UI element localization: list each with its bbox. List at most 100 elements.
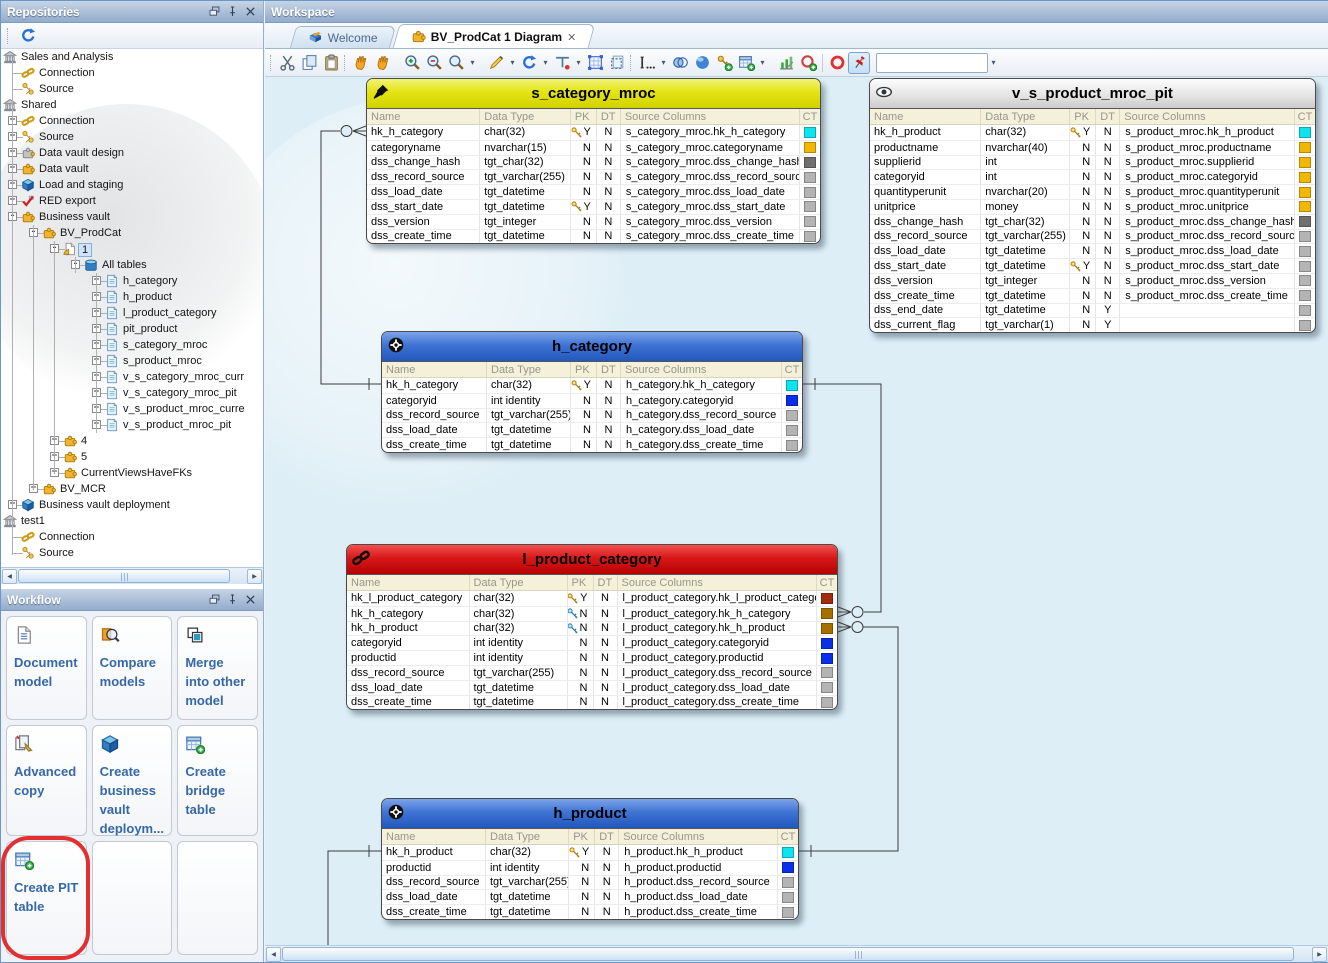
entity-header[interactable]: h_product — [382, 799, 798, 829]
entity-header[interactable]: h_category — [382, 332, 802, 362]
tree-item-currentviewshavefks[interactable]: +CurrentViewsHaveFKs — [1, 465, 263, 481]
entity-row-dss_record_source[interactable]: dss_record_source tgt_varchar(255) N N s… — [367, 169, 820, 184]
entity-header[interactable]: l_product_category — [347, 545, 837, 575]
float-window-icon[interactable] — [208, 5, 221, 18]
tab-bv-prodcat-diagram[interactable]: BV_ProdCat 1 Diagram — [392, 24, 595, 48]
tree-item-business-vault[interactable]: -Business vault — [1, 209, 263, 225]
entity-row-hk_l_product_category[interactable]: hk_l_product_category char(32) Y N l_pro… — [347, 591, 837, 606]
entity-row-dss_load_date[interactable]: dss_load_date tgt_datetime N N h_categor… — [382, 422, 802, 437]
entity-row-dss_change_hash[interactable]: dss_change_hash tgt_char(32) N N s_categ… — [367, 155, 820, 170]
entity-row-supplierid[interactable]: supplierid int N N s_product_mroc.suppli… — [870, 155, 1315, 170]
dropdown-arrow-icon[interactable]: ▾ — [540, 52, 551, 74]
entity-row-dss_version[interactable]: dss_version tgt_integer N N s_product_mr… — [870, 273, 1315, 288]
venn-button[interactable] — [669, 52, 691, 74]
entity-row-dss_create_time[interactable]: dss_create_time tgt_datetime N N s_categ… — [367, 229, 820, 244]
tree-item-v-s-product-mroc-curre[interactable]: +v_s_product_mroc_curre — [1, 401, 263, 417]
tree-item-v-s-product-mroc-pit[interactable]: +v_s_product_mroc_pit — [1, 417, 263, 433]
entity-row-dss_load_date[interactable]: dss_load_date tgt_datetime N N l_product… — [347, 680, 837, 695]
entity-row-categoryname[interactable]: categoryname nvarchar(15) N N s_category… — [367, 140, 820, 155]
close-panel-icon[interactable] — [244, 593, 257, 606]
dropdown-arrow-icon[interactable]: ▾ — [658, 52, 669, 74]
tab-close-icon[interactable] — [567, 32, 577, 42]
entity-row-dss_load_date[interactable]: dss_load_date tgt_datetime N N h_product… — [382, 889, 798, 904]
workflow-card-merge-into-other-model[interactable]: Merge into other model — [177, 616, 258, 720]
entity-row-productid[interactable]: productid int identity N N h_product.pro… — [382, 860, 798, 875]
scroll-right-icon[interactable]: ▶ — [1312, 947, 1327, 962]
tree-item-load-and-staging[interactable]: +Load and staging — [1, 177, 263, 193]
refresh-button[interactable] — [17, 25, 39, 47]
zoom-button[interactable] — [445, 52, 467, 74]
dropdown-arrow-icon[interactable]: ▾ — [988, 52, 999, 74]
tree-item-source[interactable]: +Source — [1, 129, 263, 145]
workflow-card-create-pit-table[interactable]: Create PIT table — [6, 841, 87, 955]
grab-button[interactable] — [372, 52, 394, 74]
entity-row-unitprice[interactable]: unitprice money N N s_product_mroc.unitp… — [870, 199, 1315, 214]
dropdown-arrow-icon[interactable]: ▾ — [757, 52, 768, 74]
entity-row-dss_load_date[interactable]: dss_load_date tgt_datetime N N s_categor… — [367, 184, 820, 199]
tree-item-test1[interactable]: test1 — [1, 513, 263, 529]
tree-item-connection[interactable]: Connection — [1, 529, 263, 545]
zoom-in-button[interactable] — [401, 52, 423, 74]
entity-header[interactable]: v_s_product_mroc_pit — [870, 79, 1315, 109]
entity-row-hk_h_category[interactable]: hk_h_category char(32) Y N h_category.hk… — [382, 378, 802, 393]
tree-item-all-tables[interactable]: -All tables — [1, 257, 263, 273]
tree-item-business-vault-deployment[interactable]: +Business vault deployment — [1, 497, 263, 513]
dropdown-arrow-icon[interactable]: ▾ — [467, 52, 478, 74]
close-panel-icon[interactable] — [244, 5, 257, 18]
entity-row-dss_change_hash[interactable]: dss_change_hash tgt_char(32) N N s_produ… — [870, 214, 1315, 229]
entity-row-dss_current_flag[interactable]: dss_current_flag tgt_varchar(1) N Y — [870, 317, 1315, 332]
workspace-hscrollbar[interactable]: ◀ ▶ — [265, 945, 1328, 962]
pin-window-icon[interactable] — [226, 5, 239, 18]
entity-row-dss_start_date[interactable]: dss_start_date tgt_datetime Y N s_produc… — [870, 258, 1315, 273]
entity-row-dss_record_source[interactable]: dss_record_source tgt_varchar(255) N N l… — [347, 665, 837, 680]
tab-welcome[interactable]: Welcome — [290, 26, 396, 48]
entity-l_product_category[interactable]: l_product_categoryNameData TypePKDTSourc… — [346, 544, 838, 710]
tree-item-connection[interactable]: Connection — [1, 65, 263, 81]
workflow-card-document-model[interactable]: Document model — [6, 616, 87, 720]
scroll-right-icon[interactable]: ▶ — [247, 569, 262, 584]
entity-row-productname[interactable]: productname nvarchar(40) N N s_product_m… — [870, 140, 1315, 155]
entity-row-dss_create_time[interactable]: dss_create_time tgt_datetime N N h_produ… — [382, 904, 798, 919]
entity-row-dss_create_time[interactable]: dss_create_time tgt_datetime N N l_produ… — [347, 695, 837, 710]
red-circle-button[interactable] — [826, 52, 848, 74]
entity-row-dss_record_source[interactable]: dss_record_source tgt_varchar(255) N N s… — [870, 229, 1315, 244]
entity-row-dss_version[interactable]: dss_version tgt_integer N N s_category_m… — [367, 214, 820, 229]
entity-row-dss_record_source[interactable]: dss_record_source tgt_varchar(255) N N h… — [382, 875, 798, 890]
measure-button[interactable] — [551, 52, 573, 74]
diagram-search-combobox[interactable] — [876, 53, 988, 73]
entity-row-hk_h_product[interactable]: hk_h_product char(32) N N l_product_cate… — [347, 621, 837, 636]
tree-item-1[interactable]: -1 — [1, 241, 263, 257]
entity-row-hk_h_category[interactable]: hk_h_category char(32) Y N s_category_mr… — [367, 125, 820, 140]
tree-item-shared[interactable]: Shared — [1, 97, 263, 113]
entity-row-hk_h_product[interactable]: hk_h_product char(32) Y N s_product_mroc… — [870, 125, 1315, 140]
entity-row-categoryid[interactable]: categoryid int identity N N h_category.c… — [382, 393, 802, 408]
tree-item-pit-product[interactable]: +pit_product — [1, 321, 263, 337]
entity-row-dss_create_time[interactable]: dss_create_time tgt_datetime N N h_categ… — [382, 437, 802, 452]
paste-button[interactable] — [320, 52, 342, 74]
connection-h_product-offscreen[interactable] — [328, 845, 381, 945]
zoom-out-button[interactable] — [423, 52, 445, 74]
tree-item-source[interactable]: Source — [1, 545, 263, 561]
workflow-card-compare-models[interactable]: Compare models — [92, 616, 173, 720]
cut-button[interactable] — [276, 52, 298, 74]
dropdown-arrow-icon[interactable]: ▾ — [507, 52, 518, 74]
tree-item-h-product[interactable]: +h_product — [1, 289, 263, 305]
repositories-hscrollbar[interactable]: ◀ ▶ — [1, 567, 263, 584]
draw-button[interactable] — [485, 52, 507, 74]
entity-row-categoryid[interactable]: categoryid int identity N N l_product_ca… — [347, 635, 837, 650]
tree-item-data-vault[interactable]: +Data vault — [1, 161, 263, 177]
tree-item-h-category[interactable]: +h_category — [1, 273, 263, 289]
float-window-icon[interactable] — [208, 593, 221, 606]
entity-row-dss_create_time[interactable]: dss_create_time tgt_datetime N N s_produ… — [870, 288, 1315, 303]
scrollbar-thumb[interactable] — [18, 569, 230, 583]
scroll-left-icon[interactable]: ◀ — [266, 947, 281, 962]
entity-row-dss_end_date[interactable]: dss_end_date tgt_datetime N Y — [870, 303, 1315, 318]
tree-item-bv-mcr[interactable]: +BV_MCR — [1, 481, 263, 497]
tree-item-source[interactable]: Source — [1, 81, 263, 97]
scrollbar-thumb[interactable] — [282, 947, 1294, 961]
grid-frame-button[interactable] — [584, 52, 606, 74]
tree-item-v-s-category-mroc-pit[interactable]: +v_s_category_mroc_pit — [1, 385, 263, 401]
tree-item-v-s-category-mroc-curr[interactable]: +v_s_category_mroc_curr — [1, 369, 263, 385]
entity-v_s_product_mroc_pit[interactable]: v_s_product_mroc_pitNameData TypePKDTSou… — [869, 78, 1316, 333]
tree-item-4[interactable]: +4 — [1, 433, 263, 449]
